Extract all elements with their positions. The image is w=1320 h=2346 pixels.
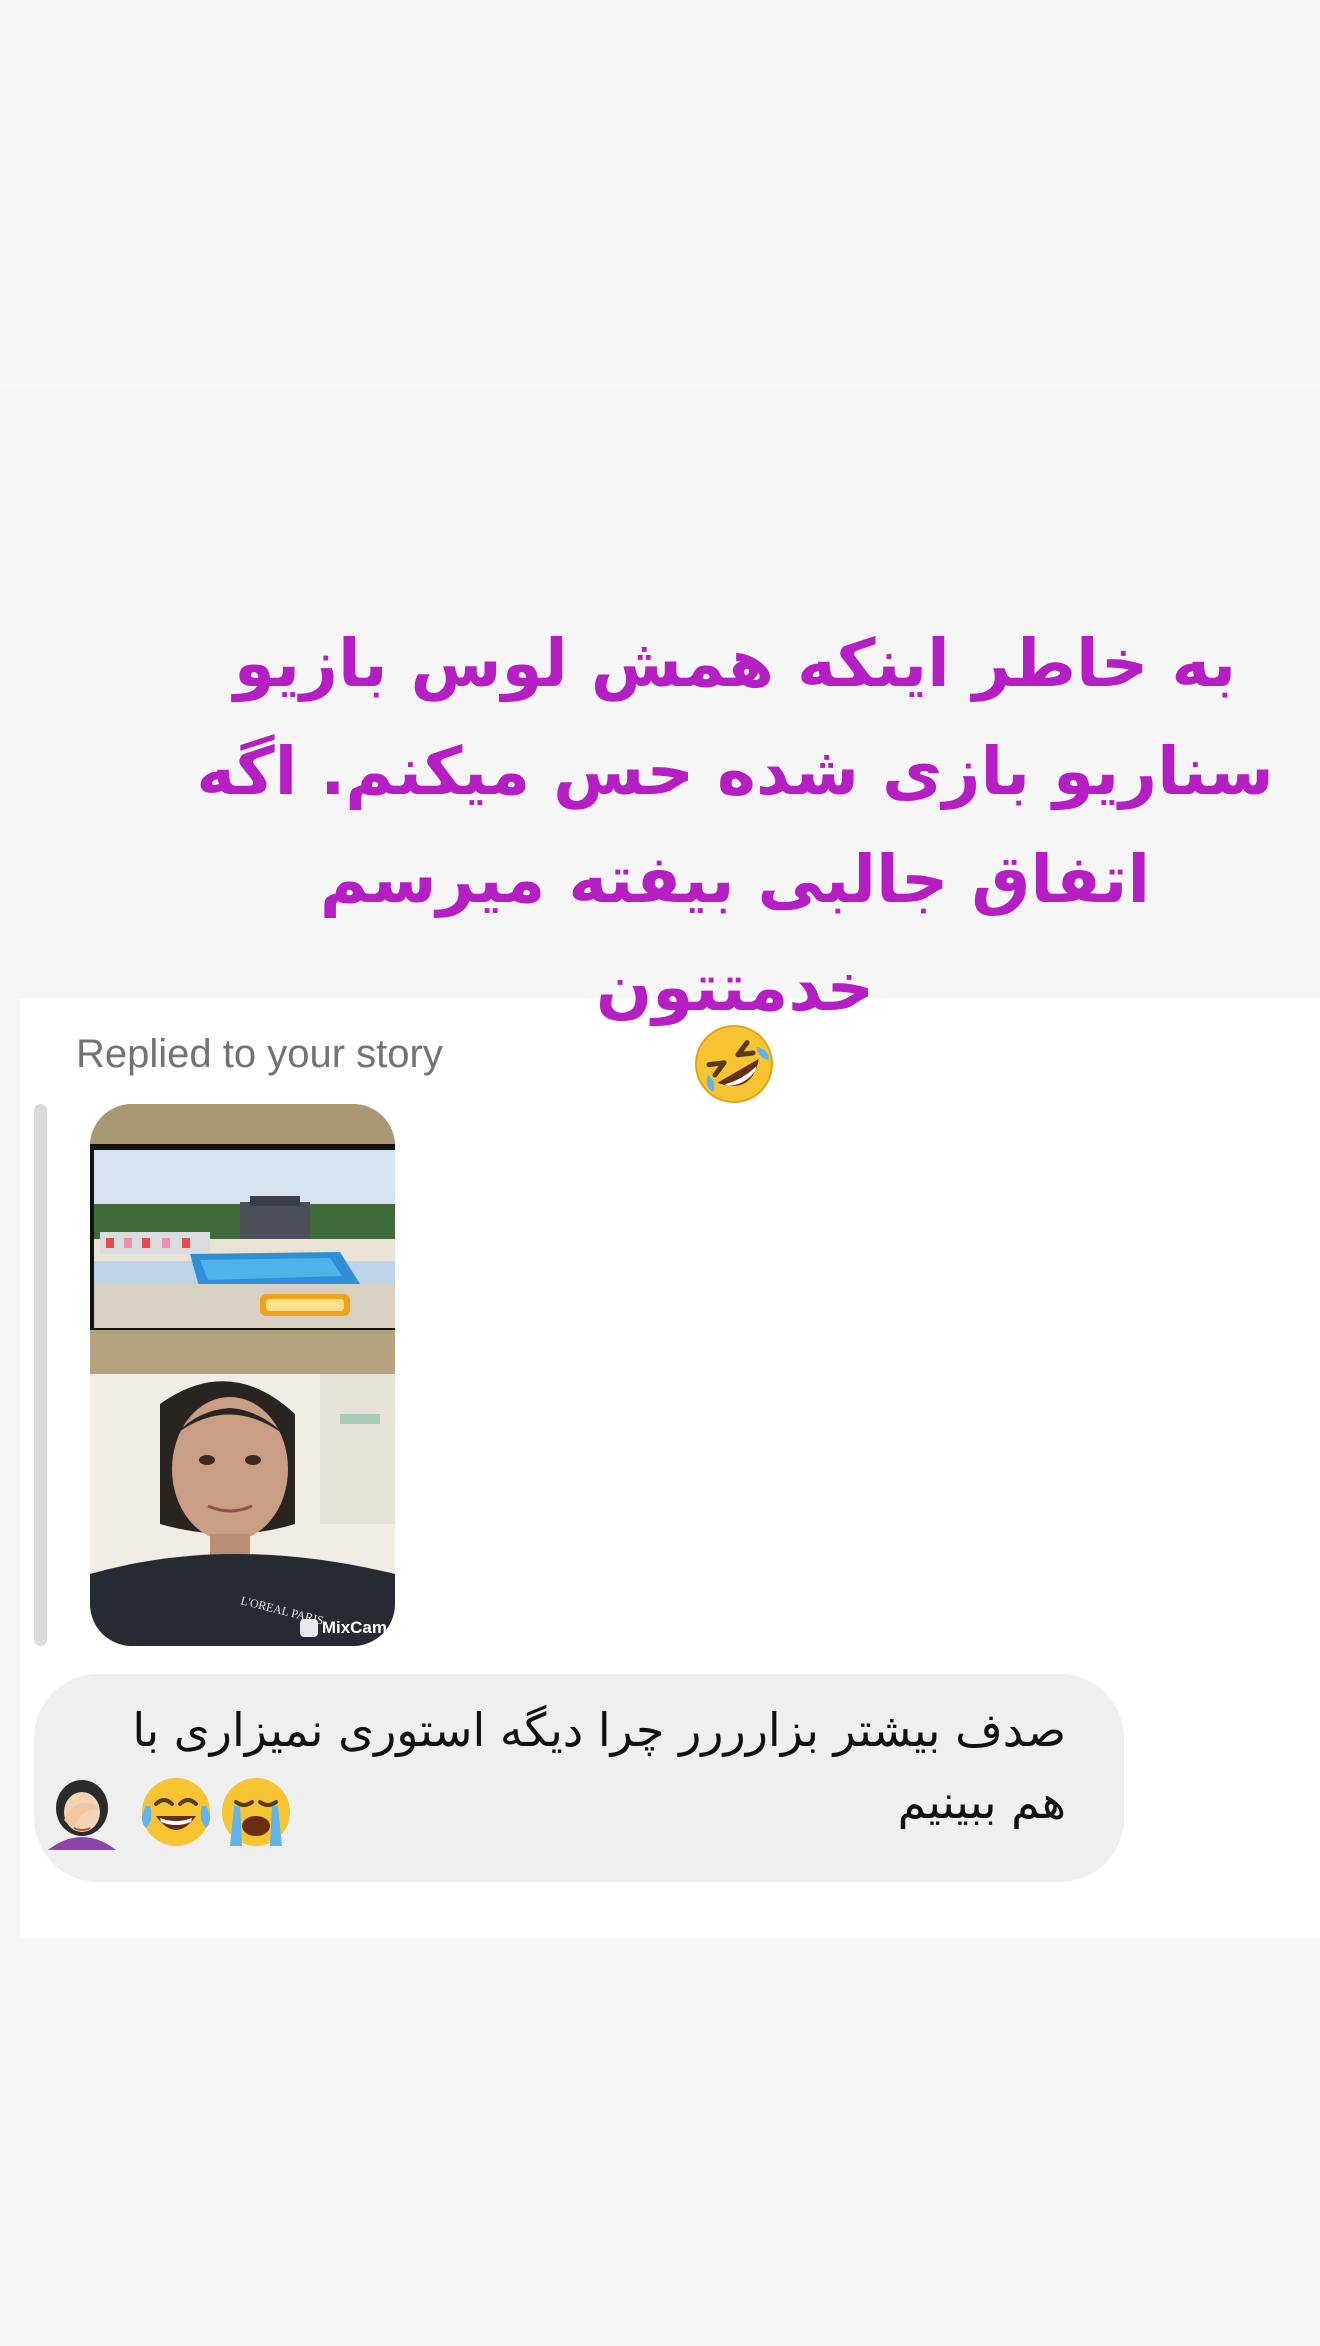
message-emojis	[48, 1778, 290, 1850]
pool-villa-image	[90, 1104, 395, 1374]
face-with-tears-of-joy-icon	[142, 1778, 210, 1846]
mixcam-watermark: MixCam	[299, 1618, 387, 1638]
replied-to-story-label: Replied to your story	[76, 1032, 443, 1076]
story-caption: به خاطر اینکه همش لوس بازیو سناریو بازی …	[196, 625, 1274, 1026]
selfie-image: L'OREAL PARIS	[90, 1374, 395, 1646]
bottom-background	[0, 1938, 1320, 2346]
story-preview-thumbnail[interactable]: L'OREAL PARIS MixCam	[90, 1104, 395, 1646]
loudly-crying-face-icon	[222, 1778, 290, 1846]
rolling-on-floor-laughing-icon	[695, 1025, 773, 1103]
top-background	[0, 0, 1320, 390]
camera-icon	[299, 1619, 318, 1637]
woman-facepalming-icon	[48, 1780, 116, 1850]
reply-quote-bar	[34, 1104, 47, 1646]
